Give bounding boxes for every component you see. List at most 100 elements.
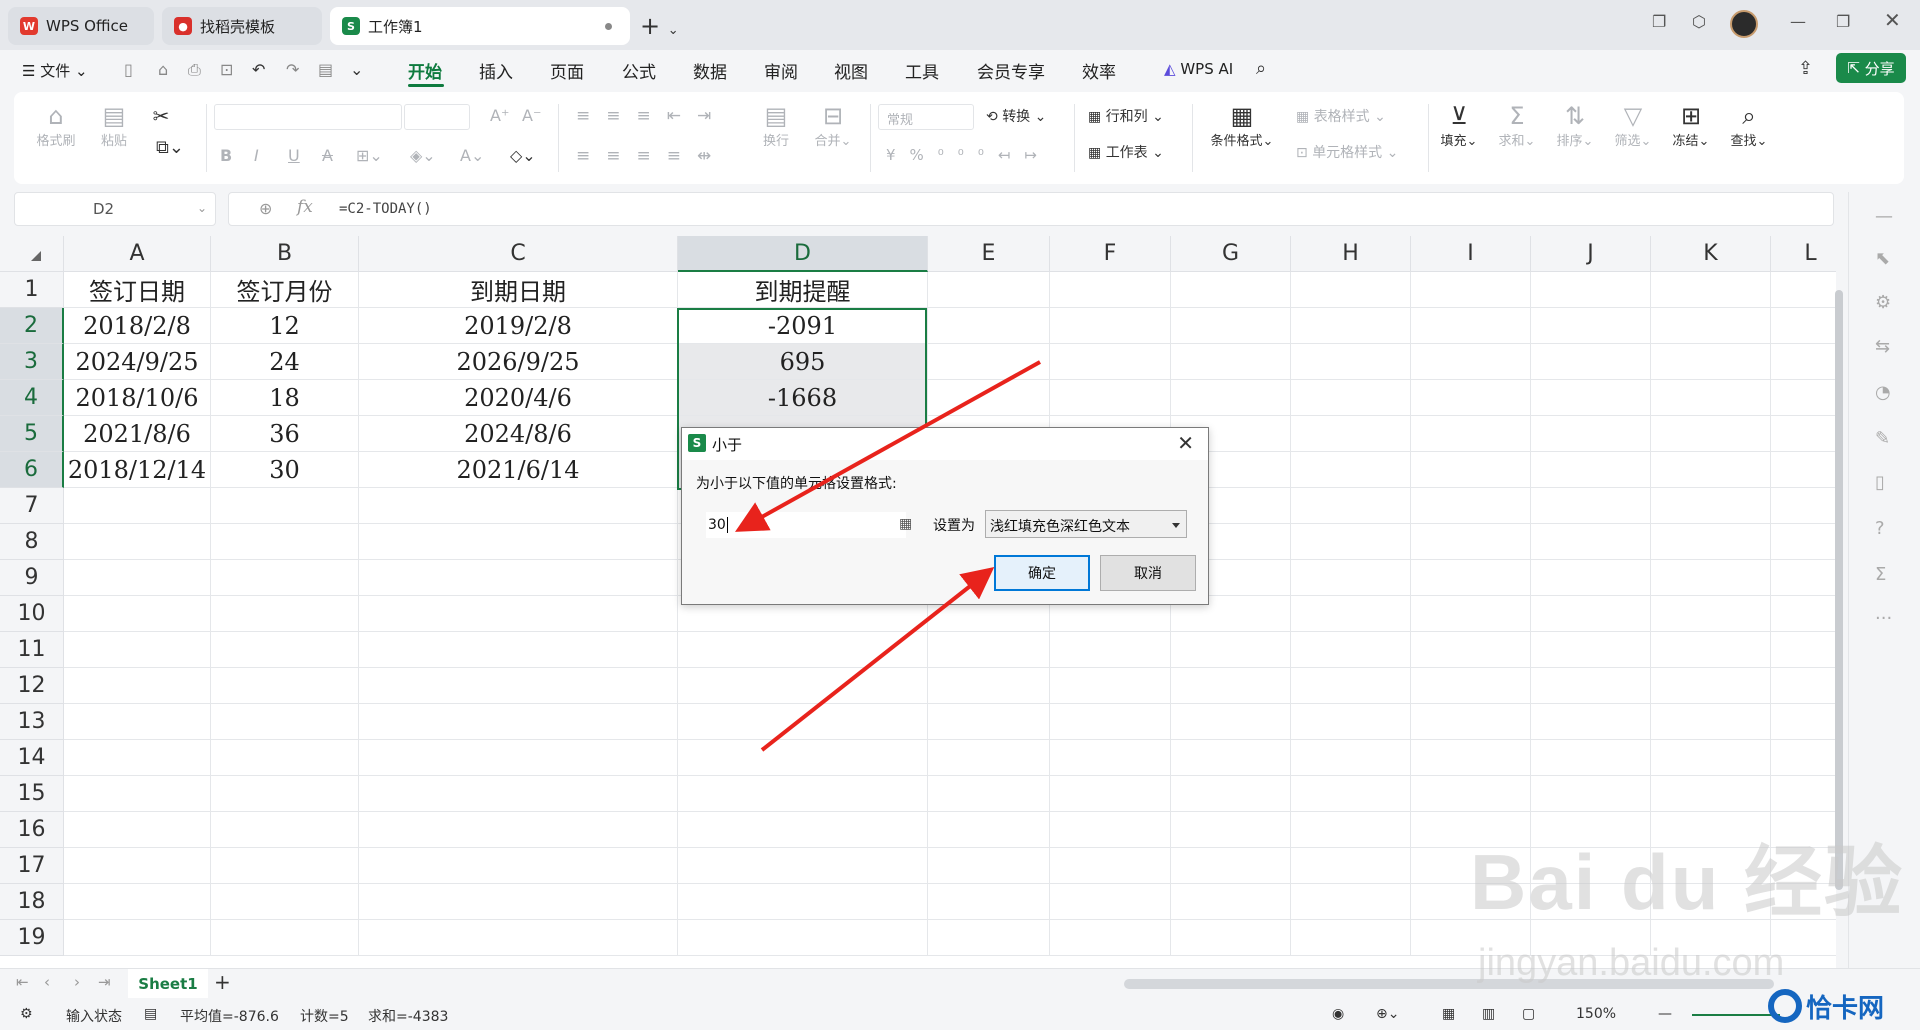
wrap-text-button[interactable]: ▤ 换行: [754, 102, 798, 149]
cell-j5[interactable]: [1531, 416, 1651, 452]
cell-c12[interactable]: [359, 668, 678, 704]
cell-e11[interactable]: [928, 632, 1050, 668]
cell-b15[interactable]: [211, 776, 359, 812]
cube-icon[interactable]: ⬡: [1692, 12, 1706, 31]
layout-toggle-icon[interactable]: ⊕⌄: [1376, 1006, 1399, 1022]
menu-data[interactable]: 数据: [693, 58, 727, 83]
menu-tools[interactable]: 工具: [905, 58, 939, 83]
cell-g15[interactable]: [1171, 776, 1291, 812]
zoom-level[interactable]: 150%: [1576, 1006, 1616, 1022]
row-header-16[interactable]: 16: [0, 812, 64, 848]
cell-g17[interactable]: [1171, 848, 1291, 884]
cell-f3[interactable]: [1050, 344, 1171, 380]
cell-a12[interactable]: [64, 668, 211, 704]
number-format-icons[interactable]: ¥%⁰⁰⁰↤↦: [886, 146, 1051, 164]
cell-e4[interactable]: [928, 380, 1050, 416]
column-header-h[interactable]: H: [1291, 236, 1411, 272]
adjust-icon[interactable]: ⚙: [1875, 292, 1891, 313]
cell-b12[interactable]: [211, 668, 359, 704]
cell-j11[interactable]: [1531, 632, 1651, 668]
column-header-c[interactable]: C: [359, 236, 678, 272]
cell-e12[interactable]: [928, 668, 1050, 704]
tools-icon[interactable]: ✎: [1875, 428, 1890, 449]
cell-i15[interactable]: [1411, 776, 1531, 812]
cell-h5[interactable]: [1291, 416, 1411, 452]
cell-c19[interactable]: [359, 920, 678, 956]
tab-wps-office[interactable]: W WPS Office: [8, 7, 154, 45]
more-icon[interactable]: ···: [1875, 608, 1892, 629]
cell-a19[interactable]: [64, 920, 211, 956]
cell-i14[interactable]: [1411, 740, 1531, 776]
cell-g19[interactable]: [1171, 920, 1291, 956]
cell-j8[interactable]: [1531, 524, 1651, 560]
transform-icon[interactable]: ⇆: [1875, 336, 1890, 357]
formula-bar[interactable]: ⊕ fx =C2-TODAY(): [228, 192, 1834, 226]
cell-f2[interactable]: [1050, 308, 1171, 344]
cell-d1[interactable]: 到期提醒: [678, 272, 928, 308]
borders-icon[interactable]: ⊞⌄: [356, 146, 383, 165]
cell-a4[interactable]: 2018/10/6: [64, 380, 211, 416]
notes-icon[interactable]: ▤: [144, 1006, 157, 1022]
cell-d3[interactable]: 695: [678, 344, 928, 380]
cell-k9[interactable]: [1651, 560, 1771, 596]
shape-icon[interactable]: ◔: [1875, 382, 1891, 403]
increase-font-icon[interactable]: A⁺: [490, 106, 509, 125]
cell-c15[interactable]: [359, 776, 678, 812]
select-pointer-icon[interactable]: ⬉: [1875, 248, 1890, 269]
cell-i1[interactable]: [1411, 272, 1531, 308]
row-header-5[interactable]: 5: [0, 416, 64, 452]
cell-l13[interactable]: [1771, 704, 1836, 740]
find-button[interactable]: ⌕ 查找⌄: [1724, 102, 1774, 149]
cell-k14[interactable]: [1651, 740, 1771, 776]
cell-k8[interactable]: [1651, 524, 1771, 560]
threshold-value-input[interactable]: 30: [706, 512, 906, 538]
column-header-e[interactable]: E: [928, 236, 1050, 272]
cell-e15[interactable]: [928, 776, 1050, 812]
cell-c6[interactable]: 2021/6/14: [359, 452, 678, 488]
cell-h12[interactable]: [1291, 668, 1411, 704]
cell-g12[interactable]: [1171, 668, 1291, 704]
font-size-select[interactable]: [404, 104, 470, 130]
menu-home[interactable]: 开始: [408, 58, 442, 83]
cell-b16[interactable]: [211, 812, 359, 848]
cell-a13[interactable]: [64, 704, 211, 740]
first-sheet-icon[interactable]: ⇤: [16, 973, 29, 991]
scroll-thumb[interactable]: [1835, 290, 1843, 890]
cell-j9[interactable]: [1531, 560, 1651, 596]
window-restore-icon[interactable]: ❐: [1652, 12, 1666, 31]
cell-j7[interactable]: [1531, 488, 1651, 524]
cell-k3[interactable]: [1651, 344, 1771, 380]
cell-b7[interactable]: [211, 488, 359, 524]
cell-c5[interactable]: 2024/8/6: [359, 416, 678, 452]
cell-a10[interactable]: [64, 596, 211, 632]
cell-h2[interactable]: [1291, 308, 1411, 344]
cut-button[interactable]: ✂: [146, 102, 176, 130]
cell-g18[interactable]: [1171, 884, 1291, 920]
cell-i8[interactable]: [1411, 524, 1531, 560]
cell-h19[interactable]: [1291, 920, 1411, 956]
cell-b18[interactable]: [211, 884, 359, 920]
font-color-icon[interactable]: A⌄: [460, 146, 484, 165]
cell-h13[interactable]: [1291, 704, 1411, 740]
next-sheet-icon[interactable]: ›: [74, 973, 80, 991]
cell-i10[interactable]: [1411, 596, 1531, 632]
strikethrough-icon[interactable]: A: [322, 146, 333, 165]
cell-d12[interactable]: [678, 668, 928, 704]
paste-button[interactable]: ▤ 粘贴: [92, 102, 136, 149]
tab-workbook[interactable]: S 工作簿1: [330, 7, 630, 45]
cell-f19[interactable]: [1050, 920, 1171, 956]
cell-a18[interactable]: [64, 884, 211, 920]
row-header-3[interactable]: 3: [0, 344, 64, 380]
menu-page[interactable]: 页面: [550, 58, 584, 83]
cell-e3[interactable]: [928, 344, 1050, 380]
row-header-11[interactable]: 11: [0, 632, 64, 668]
menu-view[interactable]: 视图: [834, 58, 868, 83]
close-icon[interactable]: ✕: [1177, 431, 1194, 455]
formula-sum-icon[interactable]: Σ: [1875, 564, 1886, 585]
cell-l12[interactable]: [1771, 668, 1836, 704]
cell-l1[interactable]: [1771, 272, 1836, 308]
close-window-icon[interactable]: ✕: [1884, 8, 1901, 32]
fill-color-icon[interactable]: ◈⌄: [410, 146, 436, 165]
collapse-icon[interactable]: —: [1875, 206, 1893, 227]
cell-e14[interactable]: [928, 740, 1050, 776]
